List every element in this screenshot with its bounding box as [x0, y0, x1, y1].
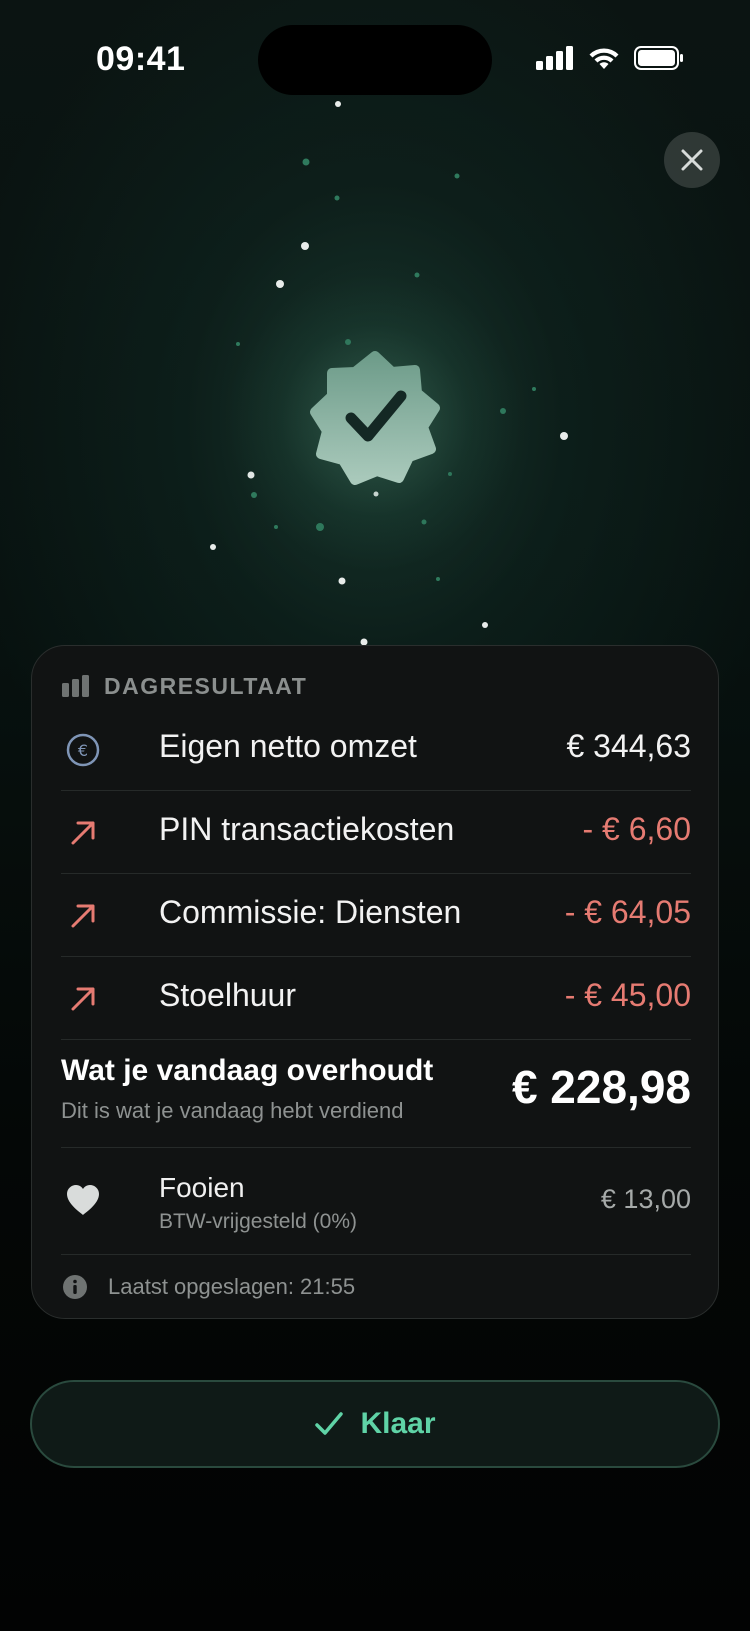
row-value: - € 45,00 [564, 977, 691, 1013]
net-total-row: Wat je vandaag overhoudt Dit is wat je v… [61, 1034, 691, 1148]
last-saved-row: Laatst opgeslagen: 21:55 [62, 1272, 355, 1302]
close-button[interactable] [664, 132, 720, 188]
verified-check-badge-icon [310, 351, 440, 485]
last-saved-text: Laatst opgeslagen: 21:55 [108, 1274, 356, 1299]
row-label: Eigen netto omzet [159, 728, 417, 764]
done-button[interactable]: Klaar [30, 1380, 720, 1468]
bar-chart-icon [62, 675, 89, 697]
row-label: Stoelhuur [159, 977, 296, 1013]
day-result-card: DAGRESULTAAT € Eigen netto omzet € 344,6… [31, 645, 719, 1319]
card-header: DAGRESULTAAT [62, 666, 307, 706]
arrow-up-right-icon [65, 981, 101, 1017]
success-badge [305, 350, 445, 490]
info-icon [63, 1275, 87, 1299]
euro-circle-icon: € [65, 732, 101, 768]
svg-text:€: € [78, 741, 88, 760]
net-total-label: Wat je vandaag overhoudt [61, 1054, 434, 1087]
arrow-up-right-icon [65, 898, 101, 934]
list-item-stoelhuur: Stoelhuur - € 45,00 [61, 957, 691, 1040]
net-total-sublabel: Dit is wat je vandaag hebt verdiend [61, 1098, 404, 1123]
row-value: - € 64,05 [564, 894, 691, 930]
tips-row: Fooien BTW-vrijgesteld (0%) € 13,00 [61, 1148, 691, 1255]
tips-value: € 13,00 [600, 1184, 691, 1214]
list-item-pin-transactiekosten: PIN transactiekosten - € 6,60 [61, 791, 691, 874]
row-value: € 344,63 [566, 728, 691, 764]
net-total-value: € 228,98 [511, 1061, 691, 1113]
row-value: - € 6,60 [582, 811, 691, 847]
row-label: Commissie: Diensten [159, 894, 462, 930]
list-item-commissie-diensten: Commissie: Diensten - € 64,05 [61, 874, 691, 957]
done-button-label: Klaar [360, 1407, 436, 1440]
list-item-eigen-netto-omzet: € Eigen netto omzet € 344,63 [61, 708, 691, 791]
row-label: PIN transactiekosten [159, 811, 455, 847]
tips-sublabel: BTW-vrijgesteld (0%) [159, 1210, 357, 1233]
checkmark-icon [315, 1412, 344, 1435]
tips-label: Fooien [159, 1172, 245, 1203]
arrow-up-right-icon [65, 815, 101, 851]
heart-icon [65, 1184, 101, 1221]
close-icon [681, 149, 703, 171]
card-title: DAGRESULTAAT [104, 672, 308, 699]
